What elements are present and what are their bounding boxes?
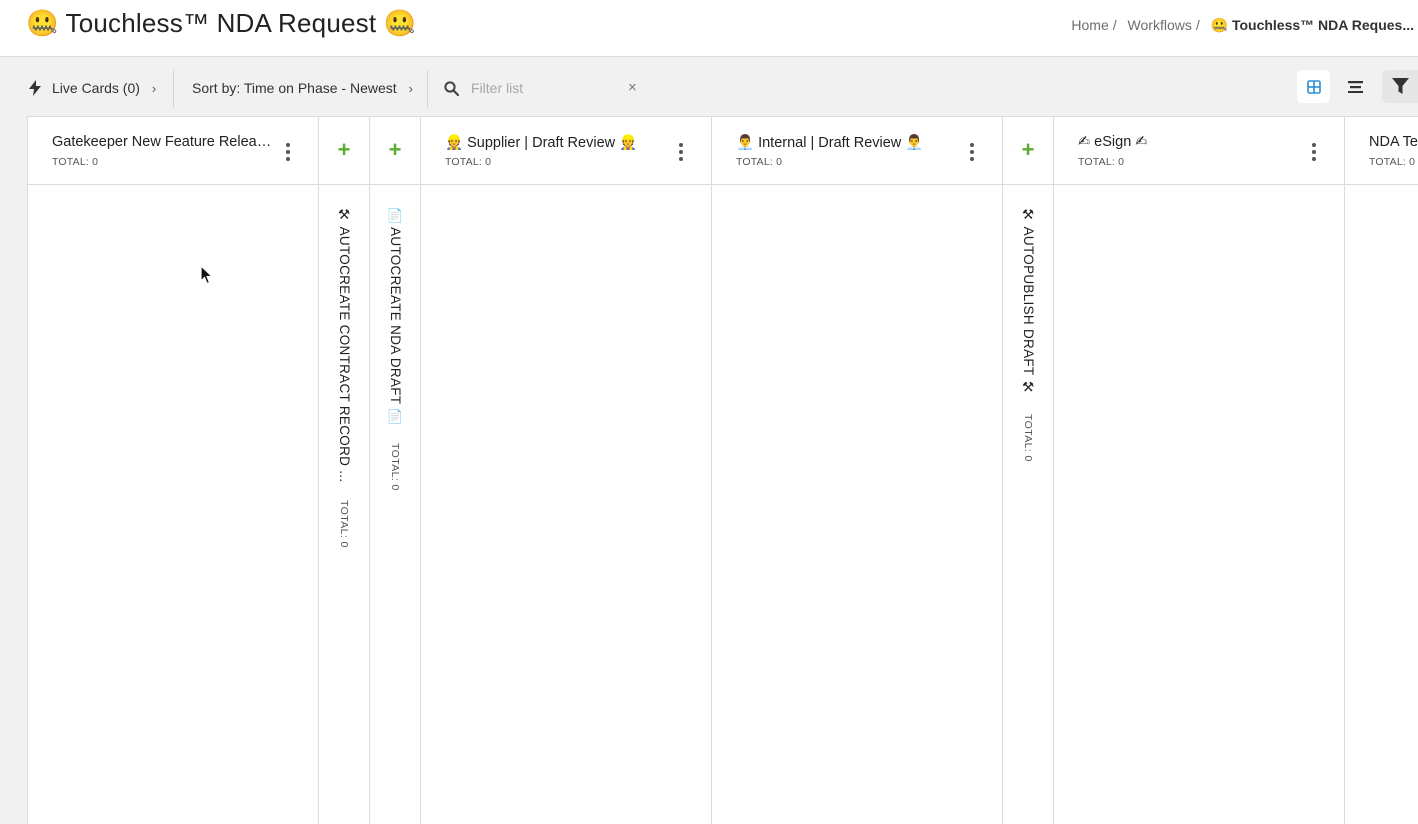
column-total: TOTAL: 0: [389, 442, 401, 491]
breadcrumb: Home / Workflows / 🤐 Touchless™ NDA Reques…: [1071, 17, 1414, 34]
kebab-icon[interactable]: [678, 143, 684, 161]
page-title: 🤐 Touchless™ NDA Request 🤐: [26, 8, 417, 38]
grid-view-button[interactable]: [1297, 70, 1330, 103]
filter-icon: [1391, 78, 1409, 94]
phase-column: NDA Te TOTAL: 0: [1345, 117, 1418, 824]
chevron-right-icon: ›: [151, 80, 157, 96]
sort-button[interactable]: Sort by: Time on Phase - Newest ›: [192, 70, 413, 106]
column-header: +: [319, 117, 369, 185]
list-view-button[interactable]: [1339, 70, 1372, 103]
column-title[interactable]: Gatekeeper New Feature Releas...: [52, 134, 272, 150]
live-cards-label: Live Cards (0): [52, 80, 140, 96]
divider: [427, 70, 428, 108]
live-cards-button[interactable]: Live Cards (0) ›: [28, 70, 156, 106]
collapsed-phase-column[interactable]: + 📄 AUTOCREATE NDA DRAFT 📄 TOTAL: 0: [370, 117, 421, 824]
breadcrumb-workflows[interactable]: Workflows: [1128, 17, 1192, 33]
column-title: 📄 AUTOCREATE NDA DRAFT 📄: [388, 207, 403, 425]
kebab-icon[interactable]: [285, 143, 291, 161]
column-header: ✍ eSign ✍ TOTAL: 0: [1054, 117, 1344, 185]
toolbar: Live Cards (0) › Sort by: Time on Phase …: [0, 58, 1418, 116]
column-header: +: [1003, 117, 1053, 185]
column-total: TOTAL: 0: [736, 156, 783, 168]
plus-icon[interactable]: +: [370, 139, 420, 161]
collapsed-phase-column[interactable]: + ⚒ AUTOCREATE CONTRACT RECORD ... TOTAL…: [319, 117, 370, 824]
column-total: TOTAL: 0: [338, 500, 350, 549]
column-title[interactable]: 👨‍💼 Internal | Draft Review 👨‍💼: [736, 134, 956, 151]
filter-button[interactable]: [1382, 70, 1418, 103]
phase-column: ✍ eSign ✍ TOTAL: 0: [1054, 117, 1345, 824]
search-icon: [444, 80, 459, 96]
list-view-icon: [1348, 80, 1363, 93]
collapsed-column-label: ⚒ AUTOPUBLISH DRAFT ⚒ TOTAL: 0: [1020, 207, 1036, 461]
column-total: TOTAL: 0: [445, 156, 492, 168]
filter-search: [444, 70, 644, 106]
breadcrumb-separator: /: [1195, 17, 1200, 33]
breadcrumb-home[interactable]: Home: [1071, 17, 1108, 33]
plus-icon[interactable]: +: [1003, 139, 1053, 161]
clear-filter-icon[interactable]: ×: [628, 79, 637, 96]
column-total: TOTAL: 0: [1022, 413, 1034, 462]
mouse-cursor-icon: [200, 265, 214, 285]
collapsed-phase-column[interactable]: + ⚒ AUTOPUBLISH DRAFT ⚒ TOTAL: 0: [1003, 117, 1054, 824]
column-title[interactable]: 👷 Supplier | Draft Review 👷: [445, 134, 665, 151]
phase-column: Gatekeeper New Feature Releas... TOTAL: …: [28, 117, 319, 824]
column-header: 👨‍💼 Internal | Draft Review 👨‍💼 TOTAL: 0: [712, 117, 1002, 185]
phase-column: 👷 Supplier | Draft Review 👷 TOTAL: 0: [421, 117, 712, 824]
chevron-right-icon: ›: [408, 80, 413, 96]
column-title: ⚒ AUTOCREATE CONTRACT RECORD ...: [337, 207, 352, 483]
divider: [173, 70, 174, 108]
kanban-board: Gatekeeper New Feature Releas... TOTAL: …: [27, 116, 1418, 824]
column-header: Gatekeeper New Feature Releas... TOTAL: …: [28, 117, 318, 185]
column-header: 👷 Supplier | Draft Review 👷 TOTAL: 0: [421, 117, 711, 185]
sort-label: Sort by: Time on Phase - Newest: [192, 80, 397, 96]
filter-input[interactable]: [471, 80, 621, 96]
phase-column: 👨‍💼 Internal | Draft Review 👨‍💼 TOTAL: 0: [712, 117, 1003, 824]
collapsed-column-label: 📄 AUTOCREATE NDA DRAFT 📄 TOTAL: 0: [387, 207, 403, 491]
plus-icon[interactable]: +: [319, 139, 369, 161]
bolt-icon: [29, 80, 41, 96]
column-title[interactable]: ✍ eSign ✍: [1078, 134, 1298, 150]
column-title[interactable]: NDA Te: [1369, 134, 1418, 150]
breadcrumb-separator: /: [1112, 17, 1117, 33]
column-total: TOTAL: 0: [52, 156, 99, 168]
column-header: NDA Te TOTAL: 0: [1345, 117, 1418, 185]
column-total: TOTAL: 0: [1078, 156, 1125, 168]
kebab-icon[interactable]: [1311, 143, 1317, 161]
column-total: TOTAL: 0: [1369, 156, 1416, 168]
collapsed-column-label: ⚒ AUTOCREATE CONTRACT RECORD ... TOTAL: …: [336, 207, 352, 548]
grid-view-icon: [1306, 79, 1321, 94]
top-bar: 🤐 Touchless™ NDA Request 🤐 Home / Workflo…: [0, 0, 1418, 57]
column-header: +: [370, 117, 420, 185]
breadcrumb-current: 🤐 Touchless™ NDA Reques...: [1210, 17, 1414, 33]
kebab-icon[interactable]: [969, 143, 975, 161]
column-title: ⚒ AUTOPUBLISH DRAFT ⚒: [1021, 207, 1036, 396]
